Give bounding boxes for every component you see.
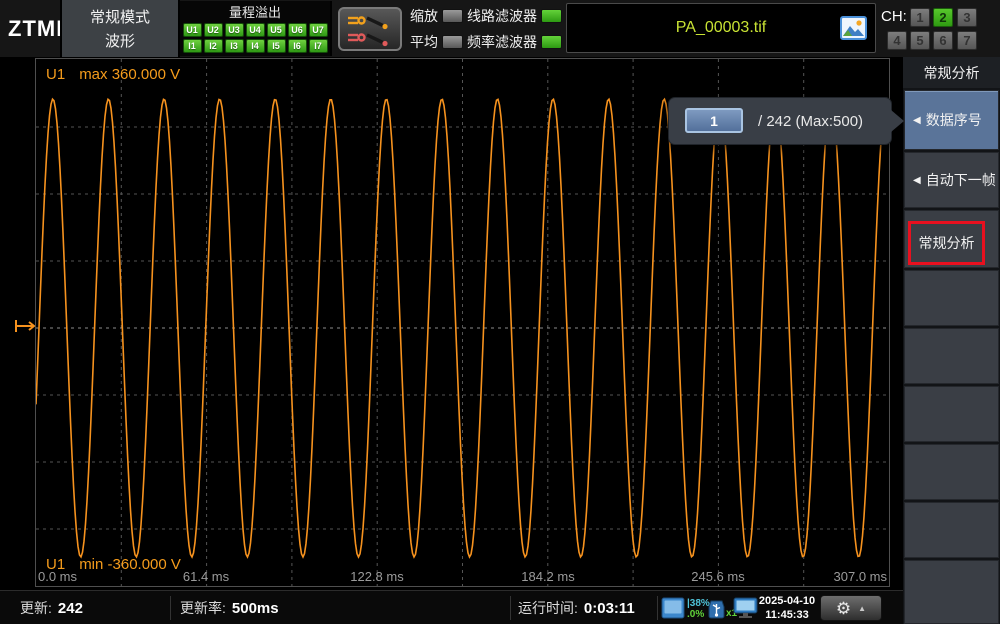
zoom-toggle-label: 缩放: [410, 6, 438, 26]
settings-button[interactable]: ⚙ ▲: [820, 595, 882, 621]
divider: [510, 596, 511, 620]
led-u4: U4: [246, 23, 265, 37]
right-menu: 常规分析 ◀ 数据序号 ◀ 自动下一帧 常规分析: [903, 57, 1000, 624]
led-i3: I3: [225, 39, 244, 53]
line-filter-label: 线路滤波器: [467, 6, 537, 26]
mode-indicator[interactable]: 常规模式 波形: [60, 0, 180, 57]
led-i5: I5: [267, 39, 286, 53]
update-rate: 更新率: 500ms: [180, 591, 279, 624]
channel-button-2[interactable]: 2: [933, 8, 953, 27]
x-tick-4: 245.6 ms: [691, 569, 744, 584]
mode-line2: 波形: [105, 30, 135, 51]
date-text: 2025-04-10: [756, 594, 818, 608]
led-u6: U6: [288, 23, 307, 37]
channel-button-4[interactable]: 4: [887, 31, 907, 50]
data-index-input[interactable]: [685, 108, 743, 133]
max-value-label: U1 max 360.000 V: [46, 66, 180, 83]
top-bar: ZTMI 常规模式 波形 量程溢出 U1 U2 U3 U4 U5 U6 U7 I…: [0, 0, 1000, 58]
led-i7: I7: [309, 39, 328, 53]
menu-item-empty-5[interactable]: [904, 502, 999, 558]
menu-title: 常规分析: [903, 57, 1000, 88]
power-analyzer-screen: ZTMI 常规模式 波形 量程溢出 U1 U2 U3 U4 U5 U6 U7 I…: [0, 0, 1000, 624]
channel-button-5[interactable]: 5: [910, 31, 930, 50]
average-toggle-label: 平均: [410, 32, 438, 52]
x-tick-3: 184.2 ms: [521, 569, 574, 584]
average-indicator[interactable]: [442, 35, 463, 49]
x-tick-0: 0.0 ms: [38, 569, 77, 584]
image-file-icon: [840, 16, 867, 40]
led-u1: U1: [183, 23, 202, 37]
channel-button-7[interactable]: 7: [957, 31, 977, 50]
channel-label: CH:: [881, 8, 907, 25]
mode-line1: 常规模式: [90, 6, 150, 27]
network-display-icon: [733, 597, 758, 619]
x-tick-1: 61.4 ms: [183, 569, 229, 584]
left-triangle-icon: ◀: [913, 175, 921, 186]
filter-toggles: 缩放 线路滤波器 平均 频率滤波器: [410, 5, 562, 53]
freq-filter-indicator[interactable]: [541, 35, 562, 49]
led-i1: I1: [183, 39, 202, 53]
waveform-area: U1 max 360.000 V U1 min -360.000 V 0.0 m…: [0, 57, 903, 590]
zero-axis-marker-icon: [13, 318, 37, 334]
channel-button-3[interactable]: 3: [957, 8, 977, 27]
menu-item-label: 常规分析: [919, 233, 975, 253]
led-u7: U7: [309, 23, 328, 37]
menu-item-auto-next-frame[interactable]: ◀ 自动下一帧: [904, 152, 999, 208]
voltage-led-row: U1 U2 U3 U4 U5 U6 U7: [180, 23, 330, 37]
led-u2: U2: [204, 23, 223, 37]
menu-item-label: 自动下一帧: [926, 170, 996, 190]
x-tick-5: 307.0 ms: [834, 569, 887, 584]
led-i6: I6: [288, 39, 307, 53]
triangle-up-icon: ▲: [858, 604, 866, 613]
data-index-tooltip: / 242 (Max:500): [668, 97, 892, 145]
channel-button-1[interactable]: 1: [910, 8, 930, 27]
freq-filter-label: 频率滤波器: [467, 32, 537, 52]
highlight-red-box: 常规分析: [908, 221, 985, 265]
menu-item-empty-3[interactable]: [904, 386, 999, 442]
channel-button-6[interactable]: 6: [933, 31, 953, 50]
range-overflow-panel: 量程溢出 U1 U2 U3 U4 U5 U6 U7 I1 I2 I3 I4 I5…: [180, 1, 332, 56]
zoom-indicator[interactable]: [442, 9, 463, 23]
time-text: 11:45:33: [756, 608, 818, 622]
range-overflow-title: 量程溢出: [180, 2, 330, 21]
channel-selector: CH: 1 2 3 4 5 6 7: [880, 0, 1000, 57]
run-time: 运行时间: 0:03:11: [518, 591, 635, 624]
screenshot-filename-box[interactable]: PA_00003.tif: [566, 3, 876, 53]
menu-item-empty-4[interactable]: [904, 444, 999, 500]
led-i4: I4: [246, 39, 265, 53]
update-count: 更新: 242: [20, 591, 83, 624]
status-bar: 更新: 242 更新率: 500ms 运行时间: 0:03:11 |38% .0…: [0, 590, 903, 624]
usb-icon: [707, 599, 726, 619]
menu-item-data-index[interactable]: ◀ 数据序号: [904, 90, 999, 150]
menu-item-empty-2[interactable]: [904, 328, 999, 384]
menu-item-empty-6[interactable]: [904, 560, 999, 624]
wiring-icon: [344, 11, 396, 47]
led-u5: U5: [267, 23, 286, 37]
storage-icon: [661, 597, 685, 619]
x-tick-2: 122.8 ms: [350, 569, 403, 584]
gear-icon: ⚙: [836, 600, 851, 617]
left-triangle-icon: ◀: [913, 115, 921, 126]
led-i2: I2: [204, 39, 223, 53]
datetime: 2025-04-10 11:45:33: [756, 594, 818, 622]
menu-item-empty-1[interactable]: [904, 270, 999, 326]
line-filter-indicator[interactable]: [541, 9, 562, 23]
divider: [170, 596, 171, 620]
divider: [657, 596, 658, 620]
led-u3: U3: [225, 23, 244, 37]
data-index-count: / 242 (Max:500): [758, 98, 863, 144]
brand-logo: ZTMI: [8, 0, 63, 57]
wiring-settings-button[interactable]: [338, 7, 402, 51]
filename-text: PA_00003.tif: [567, 4, 875, 52]
menu-item-normal-analysis[interactable]: 常规分析: [904, 210, 999, 268]
menu-item-label: 数据序号: [926, 110, 982, 130]
current-led-row: I1 I2 I3 I4 I5 I6 I7: [180, 39, 330, 53]
